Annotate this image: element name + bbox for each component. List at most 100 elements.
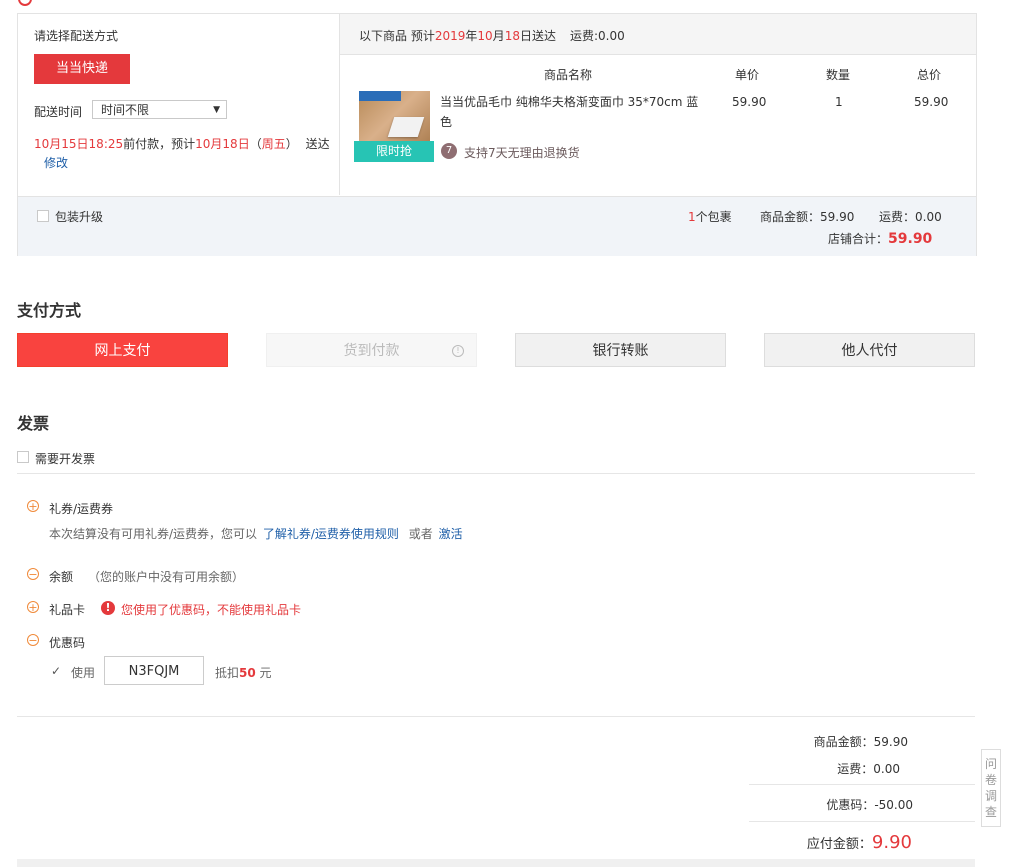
brand-tag-icon [359, 91, 401, 101]
survey-char: 调 [984, 789, 997, 803]
invoice-checkbox[interactable] [17, 451, 29, 463]
delivery-title: 请选择配送方式 [34, 29, 119, 43]
delivery-time-select[interactable]: 时间不限 ▼ [92, 100, 227, 119]
towel-graphic [387, 117, 425, 137]
chevron-down-icon: ▼ [213, 105, 220, 115]
packaging-checkbox[interactable] [37, 210, 49, 222]
promo-code-input[interactable]: N3FQJM [104, 656, 204, 685]
deduct-info: 抵扣50 元 [215, 664, 272, 681]
shop-total: 店铺合计：59.90 [828, 230, 932, 247]
delivery-deadline: 10月15日18:25前付款，预计10月18日（周五） 送达 [34, 135, 330, 152]
survey-char: 查 [984, 805, 997, 819]
info-icon[interactable]: ! [452, 345, 464, 357]
deduct-amount: 50 [239, 666, 256, 680]
gift-coupon-desc: 本次结算没有可用礼券/运费券，您可以 [49, 527, 258, 541]
product-name-link[interactable]: 当当优品毛巾 纯棉华夫格渐变面巾 35*70cm 蓝色 [440, 92, 700, 132]
balance-label[interactable]: 余额 [49, 568, 73, 585]
balance-desc: （您的账户中没有可用余额） [88, 570, 245, 584]
or-text: 或者 [408, 527, 433, 541]
total-goods-amount: 商品金额：59.90 [813, 735, 908, 749]
goods-freight: 运费:0.00 [570, 29, 625, 43]
divider [17, 473, 975, 474]
product-total: 59.90 [914, 95, 949, 109]
packaging-label: 包装升级 [55, 210, 104, 224]
use-promo-label: 使用 [71, 666, 96, 680]
pay-cod-button[interactable]: 货到付款 ! [266, 333, 477, 367]
invoice-label: 需要开发票 [35, 452, 96, 466]
activate-link[interactable]: 激活 [439, 527, 463, 541]
return-policy-icon: 7 [441, 143, 457, 159]
survey-button[interactable]: 问 卷 调 查 [981, 749, 1001, 827]
payment-title: 支付方式 [17, 301, 82, 320]
column-product-name: 商品名称 [544, 68, 593, 82]
goods-eta: 以下商品 预计2019年10月18日送达 [359, 27, 556, 44]
product-unit-price: 59.90 [732, 95, 767, 109]
deadline-mid: 前付款，预计 [123, 137, 196, 151]
eta-month-unit: 月 [492, 29, 505, 43]
invoice-title: 发票 [17, 414, 50, 433]
gift-card-warning: 您使用了优惠码，不能使用礼品卡 [121, 603, 302, 617]
deduct-unit: 元 [259, 666, 272, 680]
collapse-minus-icon[interactable]: − [27, 568, 39, 581]
gift-card-label[interactable]: 礼品卡 [49, 601, 85, 618]
coupon-rules-link[interactable]: 了解礼券/运费券使用规则 [263, 527, 399, 541]
pay-online-button[interactable]: 网上支付 [17, 333, 228, 367]
shop-total-label: 店铺合计： [828, 232, 889, 246]
modify-link[interactable]: 修改 [44, 154, 68, 171]
total-promo: 优惠码：-50.00 [826, 798, 913, 812]
error-indicator-icon [18, 0, 32, 6]
divider [749, 784, 975, 785]
deadline-time: 18:25 [88, 137, 124, 151]
column-unit-price: 单价 [735, 68, 760, 82]
gift-coupon-label[interactable]: 礼券/运费券 [49, 500, 113, 517]
column-qty: 数量 [826, 68, 851, 82]
gift-coupon-desc-row: 本次结算没有可用礼券/运费券，您可以 了解礼券/运费券使用规则 或者 激活 [49, 525, 463, 542]
collapse-minus-icon[interactable]: − [27, 634, 39, 647]
warning-icon: ! [101, 601, 115, 615]
eta-day: 18 [504, 29, 520, 43]
divider [17, 716, 975, 717]
eta-year-unit: 年 [465, 29, 478, 43]
delivery-panel: 请选择配送方式 当当快递 配送时间 时间不限 ▼ 10月15日18:25前付款，… [18, 14, 340, 195]
checkmark-icon[interactable]: ✓ [51, 664, 61, 678]
payable-label: 应付金额： [806, 837, 872, 852]
product-qty: 1 [835, 95, 843, 109]
pay-bank-transfer-button[interactable]: 银行转账 [515, 333, 726, 367]
eta-day-unit: 日送达 [519, 29, 556, 43]
expand-plus-icon[interactable]: + [27, 500, 39, 513]
arrive-paren-close: ） [285, 137, 298, 151]
shop-summary: 包装升级 1个包裹 商品金额：59.90 运费：0.00 店铺合计：59.90 [18, 196, 976, 256]
pay-cod-label: 货到付款 [343, 343, 400, 359]
survey-char: 问 [984, 757, 997, 771]
package-count-value: 1 [688, 210, 696, 224]
expand-plus-icon[interactable]: + [27, 601, 39, 614]
delivery-time-label: 配送时间 [34, 105, 83, 119]
order-section: 请选择配送方式 当当快递 配送时间 时间不限 ▼ 10月15日18:25前付款，… [17, 13, 977, 256]
package-count: 1个包裹 [688, 208, 732, 225]
arrive-date: 10月18日 [195, 137, 250, 151]
column-total: 总价 [917, 68, 942, 82]
payable-value: 9.90 [871, 832, 912, 853]
survey-char: 卷 [984, 773, 997, 787]
carrier-button[interactable]: 当当快递 [34, 54, 130, 84]
total-freight: 运费：0.00 [837, 762, 900, 776]
arrive-suffix: 送达 [305, 137, 330, 151]
eta-year: 2019 [434, 29, 466, 43]
arrive-weekday: 周五 [261, 137, 286, 151]
goods-header: 以下商品 预计2019年10月18日送达 运费:0.00 [340, 14, 976, 55]
pay-proxy-button[interactable]: 他人代付 [764, 333, 975, 367]
promo-code-label[interactable]: 优惠码 [49, 634, 85, 651]
shop-freight: 运费：0.00 [879, 210, 942, 224]
arrive-paren-open: （ [249, 137, 262, 151]
payable-amount: 应付金额：9.90 [807, 832, 912, 853]
deduct-prefix: 抵扣 [215, 666, 240, 680]
delivery-time-value: 时间不限 [101, 103, 150, 117]
package-count-label: 个包裹 [695, 210, 732, 224]
divider [749, 821, 975, 822]
flash-sale-badge: 限时抢 [354, 141, 434, 162]
eta-prefix: 以下商品 预计 [359, 29, 435, 43]
shop-total-value: 59.90 [888, 231, 933, 247]
shop-goods-amount: 商品金额：59.90 [760, 210, 855, 224]
return-policy-text: 支持7天无理由退换货 [464, 146, 580, 160]
eta-month: 10 [477, 29, 493, 43]
